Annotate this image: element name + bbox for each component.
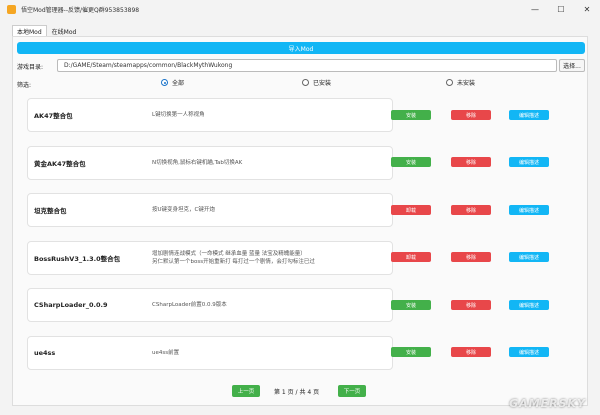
app-icon — [7, 4, 16, 14]
filter-radio-uninstalled[interactable]: 未安装 — [446, 78, 475, 87]
mod-name: BossRushV3_1.3.0整合包 — [34, 255, 121, 263]
maximize-icon[interactable]: ☐ — [548, 0, 574, 18]
remove-button[interactable]: 移除 — [451, 347, 491, 357]
filter-radio-label: 全部 — [172, 80, 185, 87]
mod-description: CSharpLoader前置0.0.9版本 — [152, 302, 227, 308]
remove-button[interactable]: 移除 — [451, 110, 491, 120]
mod-name: 黄金AK47整合包 — [34, 160, 86, 168]
mod-card: AK47整合包 L键切换第一人称视角 — [27, 98, 393, 132]
remove-button[interactable]: 移除 — [451, 157, 491, 167]
mod-description: L键切换第一人称视角 — [152, 112, 205, 118]
mod-card: ue4ss ue4ss前置 — [27, 336, 393, 370]
game-dir-input[interactable] — [57, 59, 557, 72]
remove-button[interactable]: 移除 — [451, 205, 491, 215]
mod-description: 增加剧情连战模式（一命模式 继承血量 蓝量 法宝及精魄能量） 另仁默认第一个bo… — [152, 251, 315, 265]
mod-description: ue4ss前置 — [152, 350, 180, 356]
filter-label: 筛选: — [17, 82, 32, 89]
game-dir-label: 游戏目录: — [17, 64, 44, 71]
close-icon[interactable]: ✕ — [574, 0, 600, 18]
page-info: 第 1 页 / 共 4 页 — [274, 388, 320, 396]
uninstall-button[interactable]: 卸载 — [391, 252, 431, 262]
uninstall-button[interactable]: 卸载 — [391, 205, 431, 215]
install-button[interactable]: 安装 — [391, 347, 431, 357]
install-button[interactable]: 安装 — [391, 157, 431, 167]
minimize-icon[interactable]: — — [522, 0, 548, 18]
install-button[interactable]: 安装 — [391, 110, 431, 120]
edit-description-button[interactable]: 编辑描述 — [509, 110, 549, 120]
prev-page-button[interactable]: 上一页 — [232, 385, 260, 397]
browse-button[interactable]: 选择... — [559, 59, 585, 72]
mod-card: BossRushV3_1.3.0整合包 增加剧情连战模式（一命模式 继承血量 蓝… — [27, 241, 393, 275]
mod-name: CSharpLoader_0.0.9 — [34, 301, 108, 309]
radio-unchecked-icon[interactable] — [446, 79, 453, 86]
mod-name: ue4ss — [34, 349, 56, 357]
mod-name: 坦克整合包 — [34, 207, 67, 215]
mod-description: N切换视角,鼠标右键机瞄,Tab切换AK — [152, 160, 243, 166]
mod-card: 黄金AK47整合包 N切换视角,鼠标右键机瞄,Tab切换AK — [27, 146, 393, 180]
watermark-logo: GAMERSKY — [509, 397, 586, 410]
filter-radio-label: 已安装 — [313, 80, 332, 87]
mod-card: CSharpLoader_0.0.9 CSharpLoader前置0.0.9版本 — [27, 288, 393, 322]
edit-description-button[interactable]: 编辑描述 — [509, 205, 549, 215]
edit-description-button[interactable]: 编辑描述 — [509, 157, 549, 167]
edit-description-button[interactable]: 编辑描述 — [509, 300, 549, 310]
radio-unchecked-icon[interactable] — [302, 79, 309, 86]
mod-card: 坦克整合包 按U键变身坦克，C键开炮 — [27, 193, 393, 227]
mod-name: AK47整合包 — [34, 112, 73, 120]
pagination: 上一页 第 1 页 / 共 4 页 下一页 — [13, 385, 589, 397]
import-mod-button[interactable]: 导入Mod — [17, 42, 585, 54]
filter-radio-installed[interactable]: 已安装 — [302, 78, 331, 87]
remove-button[interactable]: 移除 — [451, 252, 491, 262]
install-button[interactable]: 安装 — [391, 300, 431, 310]
mod-description: 按U键变身坦克，C键开炮 — [152, 207, 215, 213]
edit-description-button[interactable]: 编辑描述 — [509, 252, 549, 262]
radio-checked-icon[interactable] — [161, 79, 168, 86]
filter-radio-all[interactable]: 全部 — [161, 78, 184, 87]
edit-description-button[interactable]: 编辑描述 — [509, 347, 549, 357]
local-mod-panel: 导入Mod 游戏目录: 选择... 筛选: 全部 已安装 未安装 AK47整合包… — [12, 36, 588, 406]
window-controls: — ☐ ✕ — [522, 0, 600, 18]
next-page-button[interactable]: 下一页 — [338, 385, 366, 397]
remove-button[interactable]: 移除 — [451, 300, 491, 310]
title-bar: 悟空Mod管理器--反馈/催更Q群953853898 — ☐ ✕ — [0, 0, 600, 18]
window-title: 悟空Mod管理器--反馈/催更Q群953853898 — [21, 6, 140, 14]
filter-radio-label: 未安装 — [457, 80, 476, 87]
